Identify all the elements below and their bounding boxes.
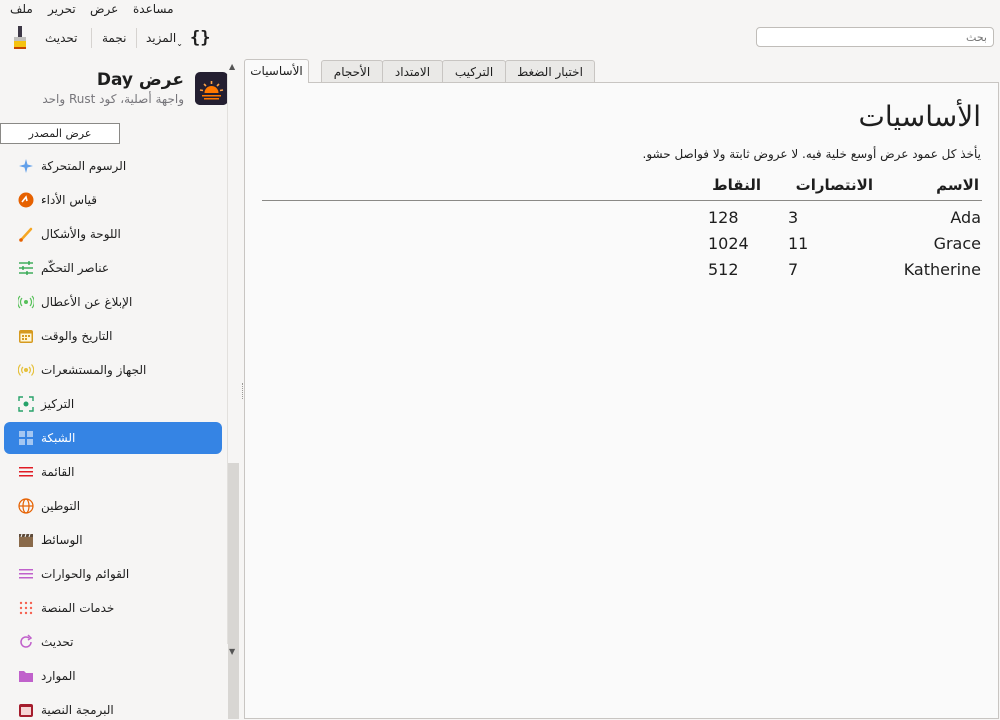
menu-view[interactable]: عرض <box>90 1 118 17</box>
scroll-up-arrow-icon[interactable]: ▲ <box>229 62 235 72</box>
view-source-button[interactable]: عرض المصدر <box>0 123 120 144</box>
toolbar-separator <box>91 28 92 48</box>
sidebar-item-device[interactable]: الجهاز والمستشعرات <box>4 354 222 386</box>
more-menu-button[interactable]: المزيد⌄ <box>146 30 183 48</box>
refresh-icon <box>20 634 33 648</box>
sidebar-item-label: التاريخ والوقت <box>41 329 113 343</box>
tab-basics[interactable]: الأساسيات <box>244 59 309 83</box>
app-subtitle: واجهة أصلية، كود Rust واحد <box>42 92 184 106</box>
sidebar-item-label: القائمة <box>41 465 75 479</box>
sidebar-item-label: قياس الأداء <box>41 193 97 207</box>
sidebar-item-media[interactable]: الوسائط <box>4 524 222 556</box>
more-label: المزيد <box>146 31 177 45</box>
broadcast-icon <box>18 295 34 309</box>
sidebar-item-label: التوطين <box>41 499 81 513</box>
table-cell-wins: 3 <box>788 208 799 227</box>
sidebar-item-label: عناصر التحكّم <box>41 261 110 275</box>
sidebar-item-label: اللوحة والأشكال <box>41 227 121 241</box>
calendar-icon <box>19 330 33 343</box>
sidebar-item-localization[interactable]: التوطين <box>4 490 222 522</box>
tab-sizes[interactable]: الأحجام <box>321 60 383 82</box>
sidebar-item-refresh[interactable]: تحديث <box>4 626 222 658</box>
sidebar-item-menus-dialogs[interactable]: القوائم والحوارات <box>4 558 222 590</box>
menu-bar: ملف تحرير عرض مساعدة <box>0 0 1000 18</box>
page-description: يأخذ كل عمود عرض أوسع خلية فيه. لا عروض … <box>642 147 981 161</box>
table-cell-name: Katherine <box>903 260 981 279</box>
tab-stretch[interactable]: الامتداد <box>382 60 443 82</box>
sidebar-item-label: خدمات المنصة <box>41 601 115 615</box>
sidebar-item-canvas[interactable]: اللوحة والأشكال <box>4 218 222 250</box>
sidebar-item-label: البرمجة النصية <box>41 703 114 717</box>
dots-grid-icon <box>19 601 33 615</box>
sidebar-item-platform-services[interactable]: خدمات المنصة <box>4 592 222 624</box>
sidebar-item-resources[interactable]: الموارد <box>4 660 222 692</box>
app-logo <box>195 72 228 105</box>
search-input[interactable] <box>756 27 994 47</box>
folder-icon <box>19 671 33 682</box>
table-cell-name: Ada <box>950 208 981 227</box>
table-cell-points: 1024 <box>708 234 749 253</box>
table-header-divider <box>262 200 982 201</box>
focus-icon <box>18 396 34 412</box>
table-cell-wins: 11 <box>788 234 809 253</box>
sidebar: عرض Day واجهة أصلية، كود Rust واحد الرسو… <box>0 60 242 720</box>
sidebar-item-label: الإبلاغ عن الأعطال <box>41 295 133 309</box>
globe-icon <box>18 498 34 514</box>
sidebar-item-label: التركيز <box>41 397 75 411</box>
sidebar-item-label: الموارد <box>41 669 76 683</box>
table-cell-points: 512 <box>708 260 739 279</box>
sensor-icon <box>18 364 34 376</box>
sidebar-item-list[interactable]: القائمة <box>4 456 222 488</box>
table-cell-points: 128 <box>708 208 739 227</box>
scroll-down-arrow-icon[interactable]: ▼ <box>229 647 235 657</box>
menu-file[interactable]: ملف <box>10 1 33 17</box>
sidebar-item-controls[interactable]: عناصر التحكّم <box>4 252 222 284</box>
sidebar-item-scripting[interactable]: البرمجة النصية <box>4 694 222 720</box>
column-header-wins: الانتصارات <box>795 176 873 194</box>
page-title: الأساسيات <box>858 100 981 133</box>
sidebar-item-label: القوائم والحوارات <box>41 567 130 581</box>
star-button[interactable]: نجمة <box>102 30 126 46</box>
sidebar-item-label: الرسوم المتحركة <box>41 159 127 173</box>
table-cell-wins: 7 <box>788 260 799 279</box>
toolbar-separator <box>136 28 137 48</box>
speedometer-icon <box>18 192 34 208</box>
grid-icon <box>19 431 33 445</box>
column-header-points: النقاط <box>712 176 761 194</box>
tab-bar: الأساسيات الأحجام الامتداد التركيب اختبا… <box>244 59 1000 83</box>
sidebar-item-focus[interactable]: التركيز <box>4 388 222 420</box>
sliders-icon <box>19 261 33 275</box>
menu-edit[interactable]: تحرير <box>48 1 76 17</box>
list-icon <box>19 467 33 477</box>
table-cell-name: Grace <box>933 234 981 253</box>
app-title: عرض Day <box>96 70 184 90</box>
sidebar-scrollbar-thumb[interactable] <box>228 463 239 719</box>
sidebar-item-datetime[interactable]: التاريخ والوقت <box>4 320 222 352</box>
sidebar-item-crash-reporting[interactable]: الإبلاغ عن الأعطال <box>4 286 222 318</box>
clapper-icon <box>19 533 33 547</box>
script-icon <box>19 704 33 717</box>
sidebar-item-performance[interactable]: قياس الأداء <box>4 184 222 216</box>
sidebar-item-label: الجهاز والمستشعرات <box>41 363 147 377</box>
chevron-down-icon: ⌄ <box>176 39 183 48</box>
menu-help[interactable]: مساعدة <box>133 1 174 17</box>
inspector-button[interactable]: {} <box>190 28 210 48</box>
tab-content-panel: الأساسيات يأخذ كل عمود عرض أوسع خلية فيه… <box>244 82 999 719</box>
sidebar-item-label: تحديث <box>41 635 74 649</box>
brush-icon <box>19 227 33 242</box>
sidebar-item-label: الشبكة <box>41 431 76 445</box>
sidebar-item-grid[interactable]: الشبكة <box>4 422 222 454</box>
sidebar-item-label: الوسائط <box>41 533 83 547</box>
sparkles-icon <box>19 159 33 173</box>
column-header-name: الاسم <box>936 176 979 194</box>
tab-stress-test[interactable]: اختبار الضغط <box>505 60 595 82</box>
tab-composition[interactable]: التركيب <box>442 60 506 82</box>
refresh-button[interactable]: تحديث <box>45 30 78 46</box>
menu-icon <box>19 569 33 579</box>
brush-icon[interactable] <box>10 25 30 51</box>
sidebar-item-animations[interactable]: الرسوم المتحركة <box>4 150 222 182</box>
